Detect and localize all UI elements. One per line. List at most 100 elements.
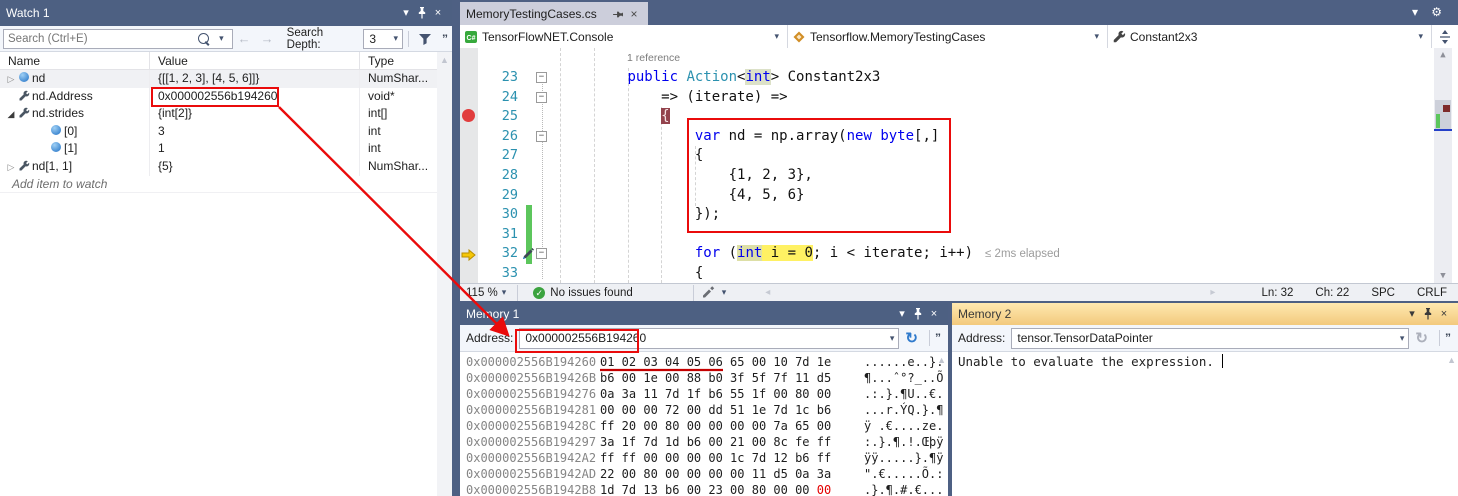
expander-icon[interactable]: ▷: [4, 71, 18, 88]
pin-icon[interactable]: [610, 7, 626, 21]
watch-row[interactable]: [1]1int: [0, 140, 437, 158]
chevron-down-icon: ▾: [1414, 31, 1427, 42]
close-icon[interactable]: ×: [1436, 303, 1452, 325]
code-editor-surface[interactable]: 2324252627282930313233 1 reference publi…: [460, 48, 1458, 283]
scroll-up-icon[interactable]: ▲: [440, 55, 449, 65]
scroll-up-icon[interactable]: ▲: [1447, 355, 1456, 365]
watch-scrollbar[interactable]: ▲: [437, 52, 452, 496]
search-forward-icon[interactable]: →: [256, 31, 279, 46]
fold-toggle-icon[interactable]: −: [536, 72, 547, 83]
toolbar-more-icon[interactable]: ”: [935, 331, 942, 345]
watch-row[interactable]: ◢nd.strides{int[2]}int[]: [0, 105, 437, 123]
document-list-chevron-icon[interactable]: ▾: [1412, 5, 1418, 19]
watch-row[interactable]: nd.Address0x000002556b194260void*: [0, 88, 437, 106]
memory-row[interactable]: 0x000002556B1942973a 1f 7d 1d b6 00 21 0…: [460, 434, 948, 450]
space-mode-indicator[interactable]: SPC: [1360, 287, 1406, 299]
memory-row[interactable]: 0x000002556B19426001 02 03 04 05 06 65 0…: [460, 354, 948, 370]
current-statement-arrow-icon: [461, 247, 476, 263]
tab-memorytestingcases[interactable]: MemoryTestingCases.cs ×: [460, 2, 648, 25]
memory-row[interactable]: 0x000002556B19428Cff 20 00 80 00 00 00 0…: [460, 418, 948, 434]
address-input[interactable]: tensor.TensorDataPointer ▾: [1011, 328, 1409, 349]
close-icon[interactable]: ×: [926, 303, 942, 325]
memory-row[interactable]: 0x000002556B1942AD22 00 80 00 00 00 00 1…: [460, 466, 948, 482]
search-icon[interactable]: [198, 33, 209, 44]
scroll-up-icon[interactable]: ▲: [1434, 50, 1452, 60]
line-indicator: Ln: 32: [1250, 287, 1304, 299]
watch-name-cell[interactable]: ◢nd.strides: [0, 105, 150, 123]
eol-indicator[interactable]: CRLF: [1406, 287, 1458, 299]
watch-name-cell[interactable]: nd.Address: [0, 88, 150, 106]
hscroll-left-icon[interactable]: ◂: [765, 287, 770, 298]
zoom-value: 115 %: [466, 287, 498, 299]
class-dropdown[interactable]: Tensorflow.MemoryTestingCases ▾: [788, 25, 1108, 48]
column-header-value[interactable]: Value: [150, 52, 360, 69]
memory-row[interactable]: 0x000002556B19428100 00 00 72 00 dd 51 1…: [460, 402, 948, 418]
watch-value-cell[interactable]: {[[1, 2, 3], [4, 5, 6]]}: [150, 70, 360, 88]
chevron-down-icon: ▾: [770, 31, 783, 42]
watch-row[interactable]: [0]3int: [0, 123, 437, 141]
pin-icon[interactable]: [414, 2, 430, 24]
expander-icon[interactable]: ▷: [4, 159, 18, 176]
issues-status[interactable]: No issues found: [550, 287, 632, 299]
address-label: Address:: [466, 331, 513, 345]
memory-row[interactable]: 0x000002556B1942A2ff ff 00 00 00 00 1c 7…: [460, 450, 948, 466]
window-position-icon[interactable]: ▾: [398, 2, 414, 24]
window-position-icon[interactable]: ▾: [1404, 303, 1420, 325]
expander-icon[interactable]: ◢: [4, 106, 18, 123]
pin-icon[interactable]: [1420, 303, 1436, 325]
refresh-icon[interactable]: ↻: [1409, 329, 1434, 347]
watch-row[interactable]: ▷nd{[[1, 2, 3], [4, 5, 6]]}NumShar...: [0, 70, 437, 88]
search-depth-select[interactable]: 3 ▾: [363, 29, 403, 49]
close-icon[interactable]: ×: [430, 2, 446, 24]
search-back-icon[interactable]: ←: [233, 31, 256, 46]
watch-value-cell[interactable]: {int[2]}: [150, 105, 360, 123]
zoom-select[interactable]: 115 % ▾: [460, 287, 512, 299]
memory1-toolbar: Address: 0x000002556B194260 ▾ ↻ ”: [460, 325, 948, 352]
pin-icon[interactable]: [910, 303, 926, 325]
refresh-icon[interactable]: ↻: [899, 329, 924, 347]
split-editor-button[interactable]: [1432, 25, 1458, 48]
watch-row[interactable]: ▷nd[1, 1]{5}NumShar...: [0, 158, 437, 176]
editor-vertical-scrollbar[interactable]: ▲ ▼: [1434, 48, 1452, 283]
address-input[interactable]: 0x000002556B194260 ▾: [519, 328, 899, 349]
watch-value-cell[interactable]: {5}: [150, 158, 360, 176]
fold-toggle-icon[interactable]: −: [536, 92, 547, 103]
code-cleanup-icon[interactable]: [699, 286, 718, 298]
search-options-chevron-icon[interactable]: ▾: [215, 33, 228, 44]
codelens-references[interactable]: 1 reference: [627, 52, 680, 64]
hscroll-right-icon[interactable]: ▸: [1210, 287, 1215, 298]
toolbar-more-icon[interactable]: ”: [1445, 331, 1452, 345]
close-icon[interactable]: ×: [626, 7, 642, 21]
scroll-down-icon[interactable]: ▼: [1434, 271, 1452, 281]
chevron-down-icon[interactable]: ▾: [718, 287, 731, 298]
member-dropdown[interactable]: Constant2x3 ▾: [1108, 25, 1432, 48]
watch-name-cell[interactable]: [0]: [0, 123, 150, 141]
memory1-hex-view[interactable]: 0x000002556B19426001 02 03 04 05 06 65 0…: [460, 352, 948, 496]
line-number: 28: [502, 166, 518, 186]
watch-name-cell[interactable]: ▷nd[1, 1]: [0, 158, 150, 176]
window-position-icon[interactable]: ▾: [894, 303, 910, 325]
gear-icon[interactable]: ⚙: [1431, 5, 1442, 19]
breakpoint-icon[interactable]: [462, 109, 475, 122]
toolbar-more-icon[interactable]: ”: [442, 32, 449, 46]
watch-value-cell[interactable]: 0x000002556b194260: [150, 88, 360, 106]
chevron-down-icon[interactable]: ▾: [1396, 333, 1409, 344]
watch-name-cell[interactable]: ▷nd: [0, 70, 150, 88]
column-header-type[interactable]: Type: [360, 52, 437, 69]
add-watch-row[interactable]: Add item to watch: [0, 176, 437, 194]
fold-toggle-icon[interactable]: −: [536, 131, 547, 142]
project-dropdown[interactable]: C# TensorFlowNET.Console ▾: [460, 25, 788, 48]
chevron-down-icon[interactable]: ▾: [886, 333, 899, 344]
column-header-name[interactable]: Name: [0, 52, 150, 69]
scroll-up-icon[interactable]: ▲: [937, 355, 946, 365]
fold-toggle-icon[interactable]: −: [536, 248, 547, 259]
watch-name-cell[interactable]: [1]: [0, 140, 150, 158]
memory-row[interactable]: 0x000002556B1942B81d 7d 13 b6 00 23 00 8…: [460, 482, 948, 496]
search-input[interactable]: Search (Ctrl+E) ▾: [3, 29, 233, 49]
memory-row[interactable]: 0x000002556B1942760a 3a 11 7d 1f b6 55 1…: [460, 386, 948, 402]
memory-row[interactable]: 0x000002556B19426Bb6 00 1e 00 88 b0 3f 5…: [460, 370, 948, 386]
watch-value-cell[interactable]: 3: [150, 123, 360, 141]
filter-watch-icon[interactable]: [414, 31, 436, 45]
watch-titlebar: Watch 1 ▾ ×: [0, 0, 452, 26]
watch-value-cell[interactable]: 1: [150, 140, 360, 158]
